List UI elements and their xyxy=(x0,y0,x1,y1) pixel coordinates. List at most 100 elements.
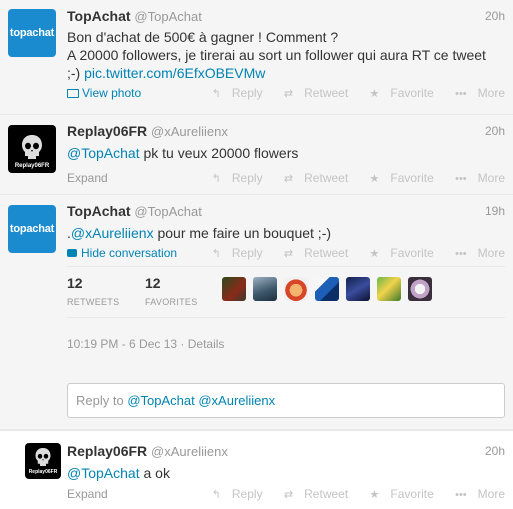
reply-box[interactable]: Reply to @TopAchat @xAureliienx xyxy=(67,383,505,418)
retweet-label: Retweet xyxy=(304,246,349,260)
retweet-button[interactable]: ⇄ Retweet xyxy=(275,171,348,185)
author-name[interactable]: Replay06FR xyxy=(67,443,147,459)
retweets-count: 12 xyxy=(67,275,83,291)
photo-icon xyxy=(67,89,79,98)
tweet-header: Replay06FR @xAureliienx xyxy=(67,443,228,459)
favorite-button[interactable]: ★ Favorite xyxy=(361,246,434,260)
more-label: More xyxy=(477,171,505,185)
favorite-button[interactable]: ★ Favorite xyxy=(361,86,434,100)
reply-button[interactable]: ↰ Reply xyxy=(203,86,263,100)
author-handle[interactable]: @TopAchat xyxy=(134,204,201,219)
user-avatar[interactable] xyxy=(284,277,308,301)
avatar-label: Replay06FR xyxy=(28,469,58,475)
tweet-time[interactable]: 19h xyxy=(485,204,505,218)
avatar[interactable]: Replay06FR xyxy=(8,125,56,173)
reply-button[interactable]: ↰ Reply xyxy=(203,171,263,185)
user-avatar[interactable] xyxy=(315,277,339,301)
expand-link[interactable]: Expand xyxy=(67,171,108,185)
more-icon: ••• xyxy=(455,489,467,501)
reply-button[interactable]: ↰ Reply xyxy=(203,246,263,260)
retweet-label: Retweet xyxy=(304,171,349,185)
more-label: More xyxy=(477,487,505,501)
divider xyxy=(67,266,505,267)
more-icon: ••• xyxy=(455,173,467,185)
reply-label: Reply xyxy=(231,246,263,260)
more-button[interactable]: ••• More xyxy=(446,487,505,501)
skull-icon xyxy=(22,135,42,159)
hide-conversation-link[interactable]: Hide conversation xyxy=(67,246,177,260)
avatar[interactable]: Replay06FR xyxy=(25,443,61,479)
details-link[interactable]: Details xyxy=(188,337,225,351)
retweet-button[interactable]: ⇄ Retweet xyxy=(275,86,348,100)
tweet-time[interactable]: 20h xyxy=(485,124,505,138)
hide-conversation-label: Hide conversation xyxy=(81,246,178,260)
reply-icon: ↰ xyxy=(211,173,221,185)
reply-icon: ↰ xyxy=(211,489,221,501)
tweet-timestamp: 10:19 PM - 6 Dec 13 · Details xyxy=(67,337,225,351)
reply-prefix: Reply to xyxy=(76,393,124,408)
favorites-stat[interactable]: 12 FAVORITES xyxy=(145,275,223,307)
reply-label: Reply xyxy=(231,171,263,185)
tweet[interactable]: Replay06FR Replay06FR @xAureliienx 20h @… xyxy=(0,430,513,509)
tweet-time[interactable]: 20h xyxy=(485,9,505,23)
reply-icon: ↰ xyxy=(211,248,221,260)
reply-icon: ↰ xyxy=(211,88,221,100)
more-button[interactable]: ••• More xyxy=(446,171,505,185)
retweets-stat[interactable]: 12 RETWEETS xyxy=(67,275,145,307)
author-name[interactable]: Replay06FR xyxy=(67,123,147,139)
mention-link[interactable]: @xAureliienx xyxy=(71,225,154,241)
expand-link[interactable]: Expand xyxy=(67,487,108,501)
photo-link[interactable]: pic.twitter.com/6EfxOBEVMw xyxy=(84,65,265,81)
tweet[interactable]: Replay06FR Replay06FR @xAureliienx 20h @… xyxy=(0,115,513,195)
avatar-label: Replay06FR xyxy=(14,163,50,169)
avatar[interactable]: topachat xyxy=(8,205,56,253)
retweet-icon: ⇄ xyxy=(283,248,294,260)
author-name[interactable]: TopAchat xyxy=(67,8,131,24)
reply-label: Reply xyxy=(231,86,263,100)
tweet-time[interactable]: 20h xyxy=(485,444,505,458)
conversation-icon xyxy=(67,249,77,257)
favorite-button[interactable]: ★ Favorite xyxy=(361,171,434,185)
tweet-text-fragment: ;-) xyxy=(67,65,81,81)
author-name[interactable]: TopAchat xyxy=(67,203,131,219)
author-handle[interactable]: @xAureliienx xyxy=(151,124,228,139)
mention-link[interactable]: @TopAchat xyxy=(67,145,140,161)
tweet-text-body: pk tu veux 20000 flowers xyxy=(143,145,299,161)
tweet-header: TopAchat @TopAchat xyxy=(67,203,202,219)
retweet-icon: ⇄ xyxy=(283,173,294,185)
favorite-button[interactable]: ★ Favorite xyxy=(361,487,434,501)
tweet-actions: ↰ Reply ⇄ Retweet ★ Favorite ••• More xyxy=(194,171,505,185)
more-label: More xyxy=(477,86,505,100)
avatar[interactable]: topachat xyxy=(8,9,56,57)
favorite-label: Favorite xyxy=(390,246,434,260)
reply-button[interactable]: ↰ Reply xyxy=(203,487,263,501)
tweet-text: @TopAchat pk tu veux 20000 flowers xyxy=(67,144,298,162)
tweet-actions: ↰ Reply ⇄ Retweet ★ Favorite ••• More xyxy=(194,246,505,260)
tweet-actions: ↰ Reply ⇄ Retweet ★ Favorite ••• More xyxy=(194,487,505,501)
retweet-label: Retweet xyxy=(304,487,349,501)
retweet-button[interactable]: ⇄ Retweet xyxy=(275,487,348,501)
retweet-button[interactable]: ⇄ Retweet xyxy=(275,246,348,260)
user-avatar[interactable] xyxy=(253,277,277,301)
tweet-stats: 12 RETWEETS 12 FAVORITES xyxy=(67,275,223,307)
tweet-text: .@xAureliienx pour me faire un bouquet ;… xyxy=(67,224,331,242)
more-icon: ••• xyxy=(455,248,467,260)
user-avatar[interactable] xyxy=(377,277,401,301)
tweet[interactable]: topachat TopAchat @TopAchat 20h Bon d'ac… xyxy=(0,0,513,115)
user-avatar[interactable] xyxy=(408,277,432,301)
author-handle[interactable]: @TopAchat xyxy=(134,9,201,24)
author-handle[interactable]: @xAureliienx xyxy=(151,444,228,459)
user-avatar[interactable] xyxy=(222,277,246,301)
more-label: More xyxy=(477,246,505,260)
reply-mention: @xAureliienx xyxy=(198,393,276,408)
view-photo-link[interactable]: View photo xyxy=(67,86,141,100)
favorite-label: Favorite xyxy=(390,171,434,185)
user-avatar[interactable] xyxy=(346,277,370,301)
timestamp-text[interactable]: 10:19 PM - 6 Dec 13 xyxy=(67,337,177,351)
more-button[interactable]: ••• More xyxy=(446,86,505,100)
favorites-count: 12 xyxy=(145,275,161,291)
tweet-text-line: A 20000 followers, je tirerai au sort un… xyxy=(67,47,486,63)
mention-link[interactable]: @TopAchat xyxy=(67,465,140,481)
star-icon: ★ xyxy=(369,489,380,501)
more-button[interactable]: ••• More xyxy=(446,246,505,260)
